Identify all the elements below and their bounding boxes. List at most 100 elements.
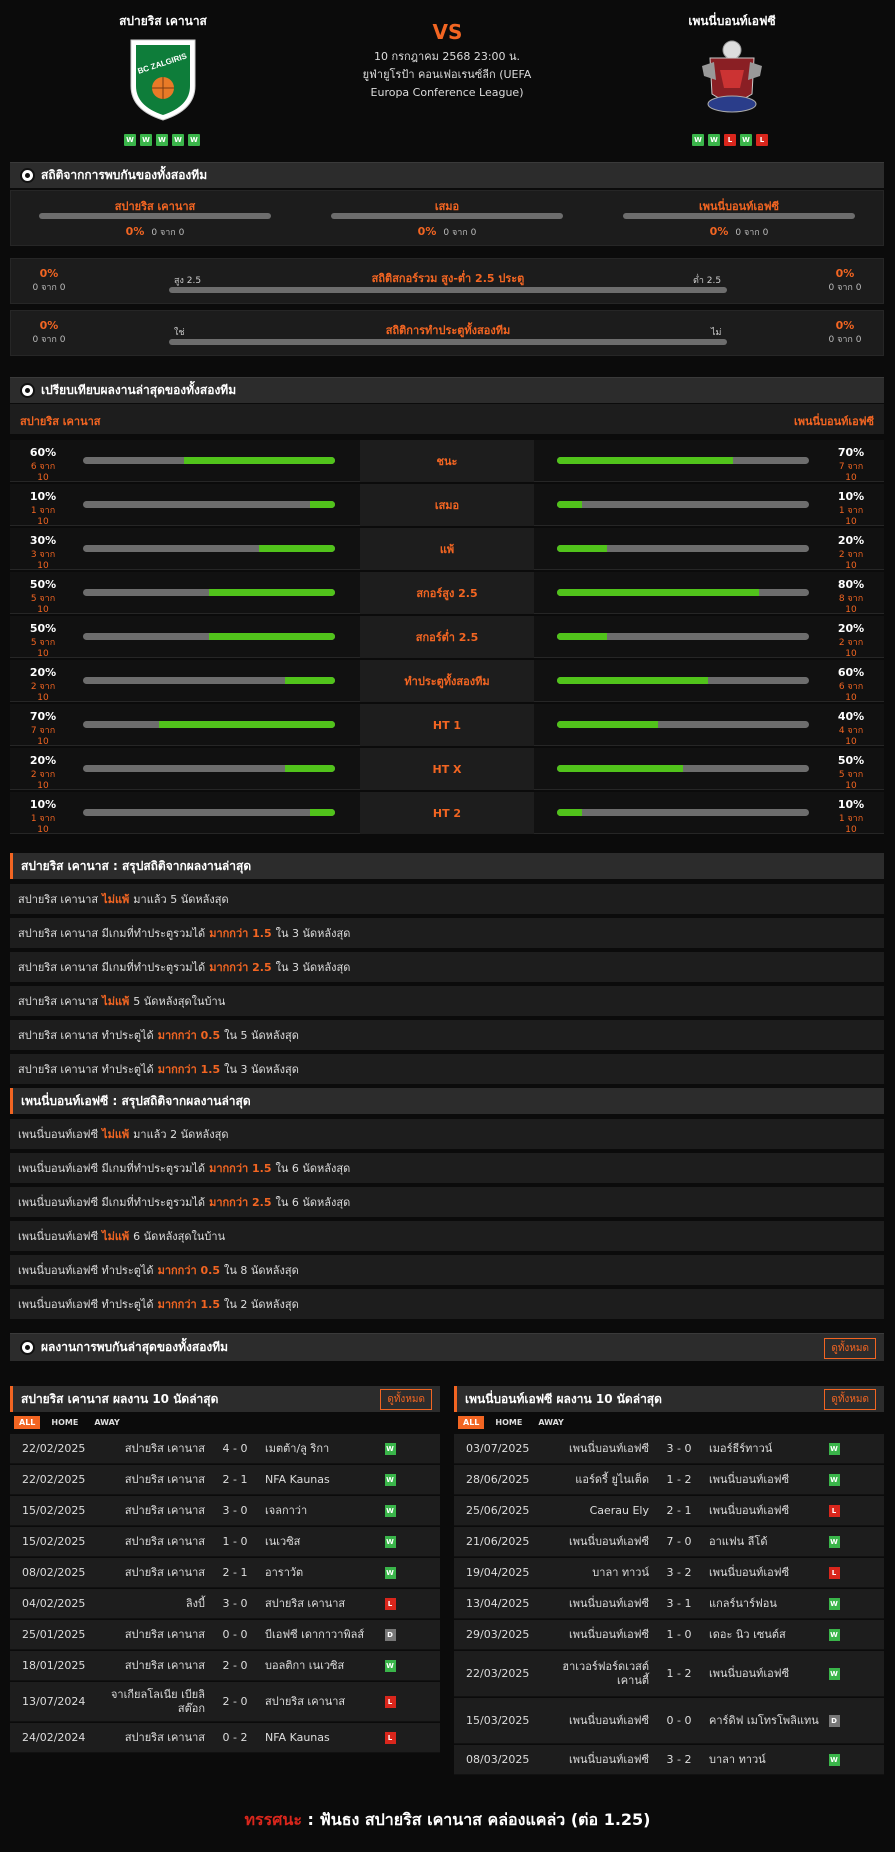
compare-right-fill xyxy=(557,589,759,596)
match-row[interactable]: 21/06/2025 เพนนี่บอนท์เอฟซี 7 - 0 อาแฟน … xyxy=(454,1527,884,1557)
result-badge: L xyxy=(384,1695,396,1708)
compare-right-value: 10% 1 จาก 10 xyxy=(832,490,870,527)
summary-row: เพนนี่บอนท์เอฟซี มีเกมที่ทำประตูรวมได้ มา… xyxy=(10,1187,884,1217)
summary-highlight: มากกว่า 0.5 xyxy=(157,1029,221,1042)
compare-right-pct: 20% xyxy=(837,622,865,635)
h2h-away-value: 0% 0 จาก 0 xyxy=(623,225,855,239)
form-badge: W xyxy=(140,134,152,146)
tab-all[interactable]: ALL xyxy=(458,1416,485,1429)
summary-highlight: มากกว่า 1.5 xyxy=(209,1162,272,1175)
match-row[interactable]: 15/03/2025 เพนนี่บอนท์เอฟซี 0 - 0 คาร์ดิ… xyxy=(454,1698,884,1744)
match-row[interactable]: 22/02/2025 สปายริส เคานาส 4 - 0 เมตต้า/ล… xyxy=(10,1434,440,1464)
match-home: เพนนี่บอนท์เอฟซี xyxy=(568,1713,649,1727)
match-row[interactable]: 29/03/2025 เพนนี่บอนท์เอฟซี 1 - 0 เดอะ น… xyxy=(454,1620,884,1650)
match-score: 3 - 0 xyxy=(222,1597,248,1610)
match-row[interactable]: 13/07/2024 จาเกียลโลเนีย เบียลิสต๊อก 2 -… xyxy=(10,1682,440,1722)
compare-right-bar xyxy=(557,457,809,464)
match-result: W xyxy=(819,1442,849,1455)
result-badge: W xyxy=(828,1597,840,1610)
match-away: บอลติกา เนเวซิส xyxy=(265,1658,345,1672)
compare-left-sub: 5 จาก 10 xyxy=(30,638,56,659)
form-badge: W xyxy=(708,134,720,146)
tab-all[interactable]: ALL xyxy=(14,1416,41,1429)
compare-team-labels: สปายริส เคานาส เพนนี่บอนท์เอฟซี xyxy=(10,404,884,434)
tab-away[interactable]: AWAY xyxy=(89,1416,125,1429)
compare-left-pct: 10% xyxy=(29,490,57,503)
ou-bar xyxy=(169,287,727,293)
summary-post: 6 นัดหลังสุดในบ้าน xyxy=(133,1230,226,1243)
match-row[interactable]: 28/06/2025 แอร์ดรี้ ยูไนเต็ด 1 - 2 เพนนี… xyxy=(454,1465,884,1495)
away-recent-view-all-button[interactable]: ดูทั้งหมด xyxy=(824,1389,876,1410)
match-home: จาเกียลโลเนีย เบียลิสต๊อก xyxy=(110,1687,205,1715)
compare-left-sub: 2 จาก 10 xyxy=(30,770,56,791)
match-result: W xyxy=(375,1659,405,1672)
result-badge: W xyxy=(384,1659,396,1672)
compare-away-label: เพนนี่บอนท์เอฟซี xyxy=(793,415,874,428)
compare-right-pct: 10% xyxy=(837,490,865,503)
match-row[interactable]: 08/02/2025 สปายริส เคานาส 2 - 1 อาราวัต … xyxy=(10,1558,440,1588)
summary-highlight: ไม่แพ้ xyxy=(102,1230,130,1243)
h2h-away-bar xyxy=(623,213,855,219)
summary-row: เพนนี่บอนท์เอฟซี ทำประตูได้ มากกว่า 1.5 ใน… xyxy=(10,1289,884,1319)
compare-panel: เปรียบเทียบผลงานล่าสุดของทั้งสองทีม สปาย… xyxy=(10,377,884,837)
compare-right-bar xyxy=(557,765,809,772)
h2h-draw-value: 0% 0 จาก 0 xyxy=(331,225,563,239)
compare-left-fill xyxy=(209,589,335,596)
summary-highlight: มากกว่า 2.5 xyxy=(209,961,272,974)
away-recent-title: เพนนี่บอนท์เอฟซี ผลงาน 10 นัดล่าสุด xyxy=(454,1386,884,1412)
compare-row: 60% 6 จาก 10 ชนะ 70% 7 จาก 10 xyxy=(10,440,884,483)
compare-left-bar xyxy=(83,809,335,816)
match-date: 25/06/2025 xyxy=(466,1504,530,1517)
match-row[interactable]: 22/03/2025 ฮาเวอร์ฟอร์ดเวสต์ เคานตี้ 1 -… xyxy=(454,1651,884,1697)
tab-away[interactable]: AWAY xyxy=(533,1416,569,1429)
tab-home[interactable]: HOME xyxy=(490,1416,527,1429)
match-row[interactable]: 15/02/2025 สปายริส เคานาส 3 - 0 เจลกาว่า… xyxy=(10,1496,440,1526)
match-row[interactable]: 04/02/2025 ลิงบี้ 3 - 0 สปายริส เคานาส L xyxy=(10,1589,440,1619)
compare-left-sub: 3 จาก 10 xyxy=(30,550,56,571)
match-row[interactable]: 25/06/2025 Caerau Ely 2 - 1 เพนนี่บอนท์เ… xyxy=(454,1496,884,1526)
match-row[interactable]: 19/04/2025 บาลา ทาวน์ 3 - 2 เพนนี่บอนท์เ… xyxy=(454,1558,884,1588)
home-recent-view-all-button[interactable]: ดูทั้งหมด xyxy=(380,1389,432,1410)
compare-label: แพ้ xyxy=(360,528,534,570)
match-away: NFA Kaunas xyxy=(265,1472,330,1486)
summary-post: ใน 2 นัดหลังสุด xyxy=(224,1298,299,1311)
match-row[interactable]: 13/04/2025 เพนนี่บอนท์เอฟซี 3 - 1 แกลร์น… xyxy=(454,1589,884,1619)
match-row[interactable]: 25/01/2025 สปายริส เคานาส 0 - 0 บีเอฟซี … xyxy=(10,1620,440,1650)
compare-right-value: 50% 5 จาก 10 xyxy=(832,754,870,791)
compare-left-value: 20% 2 จาก 10 xyxy=(24,666,62,703)
h2h-result-card: สปายริส เคานาส เสมอ เพนนี่บอนท์เอฟซี 0% … xyxy=(10,190,884,246)
match-row[interactable]: 08/03/2025 เพนนี่บอนท์เอฟซี 3 - 2 บาลา ท… xyxy=(454,1745,884,1775)
h2h-home-value: 0% 0 จาก 0 xyxy=(39,225,271,239)
compare-label: สกอร์ต่ำ 2.5 xyxy=(360,616,534,658)
compare-right-pct: 80% xyxy=(837,578,865,591)
match-row[interactable]: 18/01/2025 สปายริส เคานาส 2 - 0 บอลติกา … xyxy=(10,1651,440,1681)
compare-right-bar xyxy=(557,501,809,508)
match-result: W xyxy=(375,1473,405,1486)
match-score: 1 - 0 xyxy=(666,1628,692,1641)
compare-left-value: 50% 5 จาก 10 xyxy=(24,578,62,615)
compare-left-fill xyxy=(158,721,335,728)
match-away: เนเวซิส xyxy=(265,1534,301,1548)
match-away: อาแฟน ลีโด้ xyxy=(709,1534,768,1548)
result-badge: L xyxy=(828,1566,840,1579)
tab-home[interactable]: HOME xyxy=(46,1416,83,1429)
match-info: 10 กรกฎาคม 2568 23:00 น. ยูฟ่ายูโรป้า คอ… xyxy=(347,48,547,102)
match-row[interactable]: 24/02/2024 สปายริส เคานาส 0 - 2 NFA Kaun… xyxy=(10,1723,440,1753)
compare-right-fill xyxy=(557,457,734,464)
summary-pre: สปายริส เคานาส xyxy=(18,995,99,1008)
compare-title: เปรียบเทียบผลงานล่าสุดของทั้งสองทีม xyxy=(41,383,237,397)
match-row[interactable]: 22/02/2025 สปายริส เคานาส 2 - 1 NFA Kaun… xyxy=(10,1465,440,1495)
home-recent-panel: สปายริส เคานาส ผลงาน 10 นัดล่าสุด ดูทั้ง… xyxy=(10,1386,440,1756)
prediction-tip: ทรรศนะ : ฟันธง สปายริส เคานาส คล่องแคล่ว… xyxy=(0,1808,895,1833)
match-row[interactable]: 03/07/2025 เพนนี่บอนท์เอฟซี 3 - 0 เมอร์ธ… xyxy=(454,1434,884,1464)
tip-text: ฟันธง สปายริส เคานาส คล่องแคล่ว (ต่อ 1.2… xyxy=(319,1810,651,1829)
match-row[interactable]: 15/02/2025 สปายริส เคานาส 1 - 0 เนเวซิส … xyxy=(10,1527,440,1557)
away-form: W W L W L xyxy=(692,134,768,146)
recent-h2h-view-all-button[interactable]: ดูทั้งหมด xyxy=(824,1338,876,1359)
compare-left-fill xyxy=(209,633,335,640)
compare-left-pct: 10% xyxy=(29,798,57,811)
compare-left-pct: 20% xyxy=(29,666,57,679)
form-badge: L xyxy=(756,134,768,146)
summary-highlight: มากกว่า 1.5 xyxy=(157,1298,220,1311)
match-date: 21/06/2025 xyxy=(466,1535,530,1548)
